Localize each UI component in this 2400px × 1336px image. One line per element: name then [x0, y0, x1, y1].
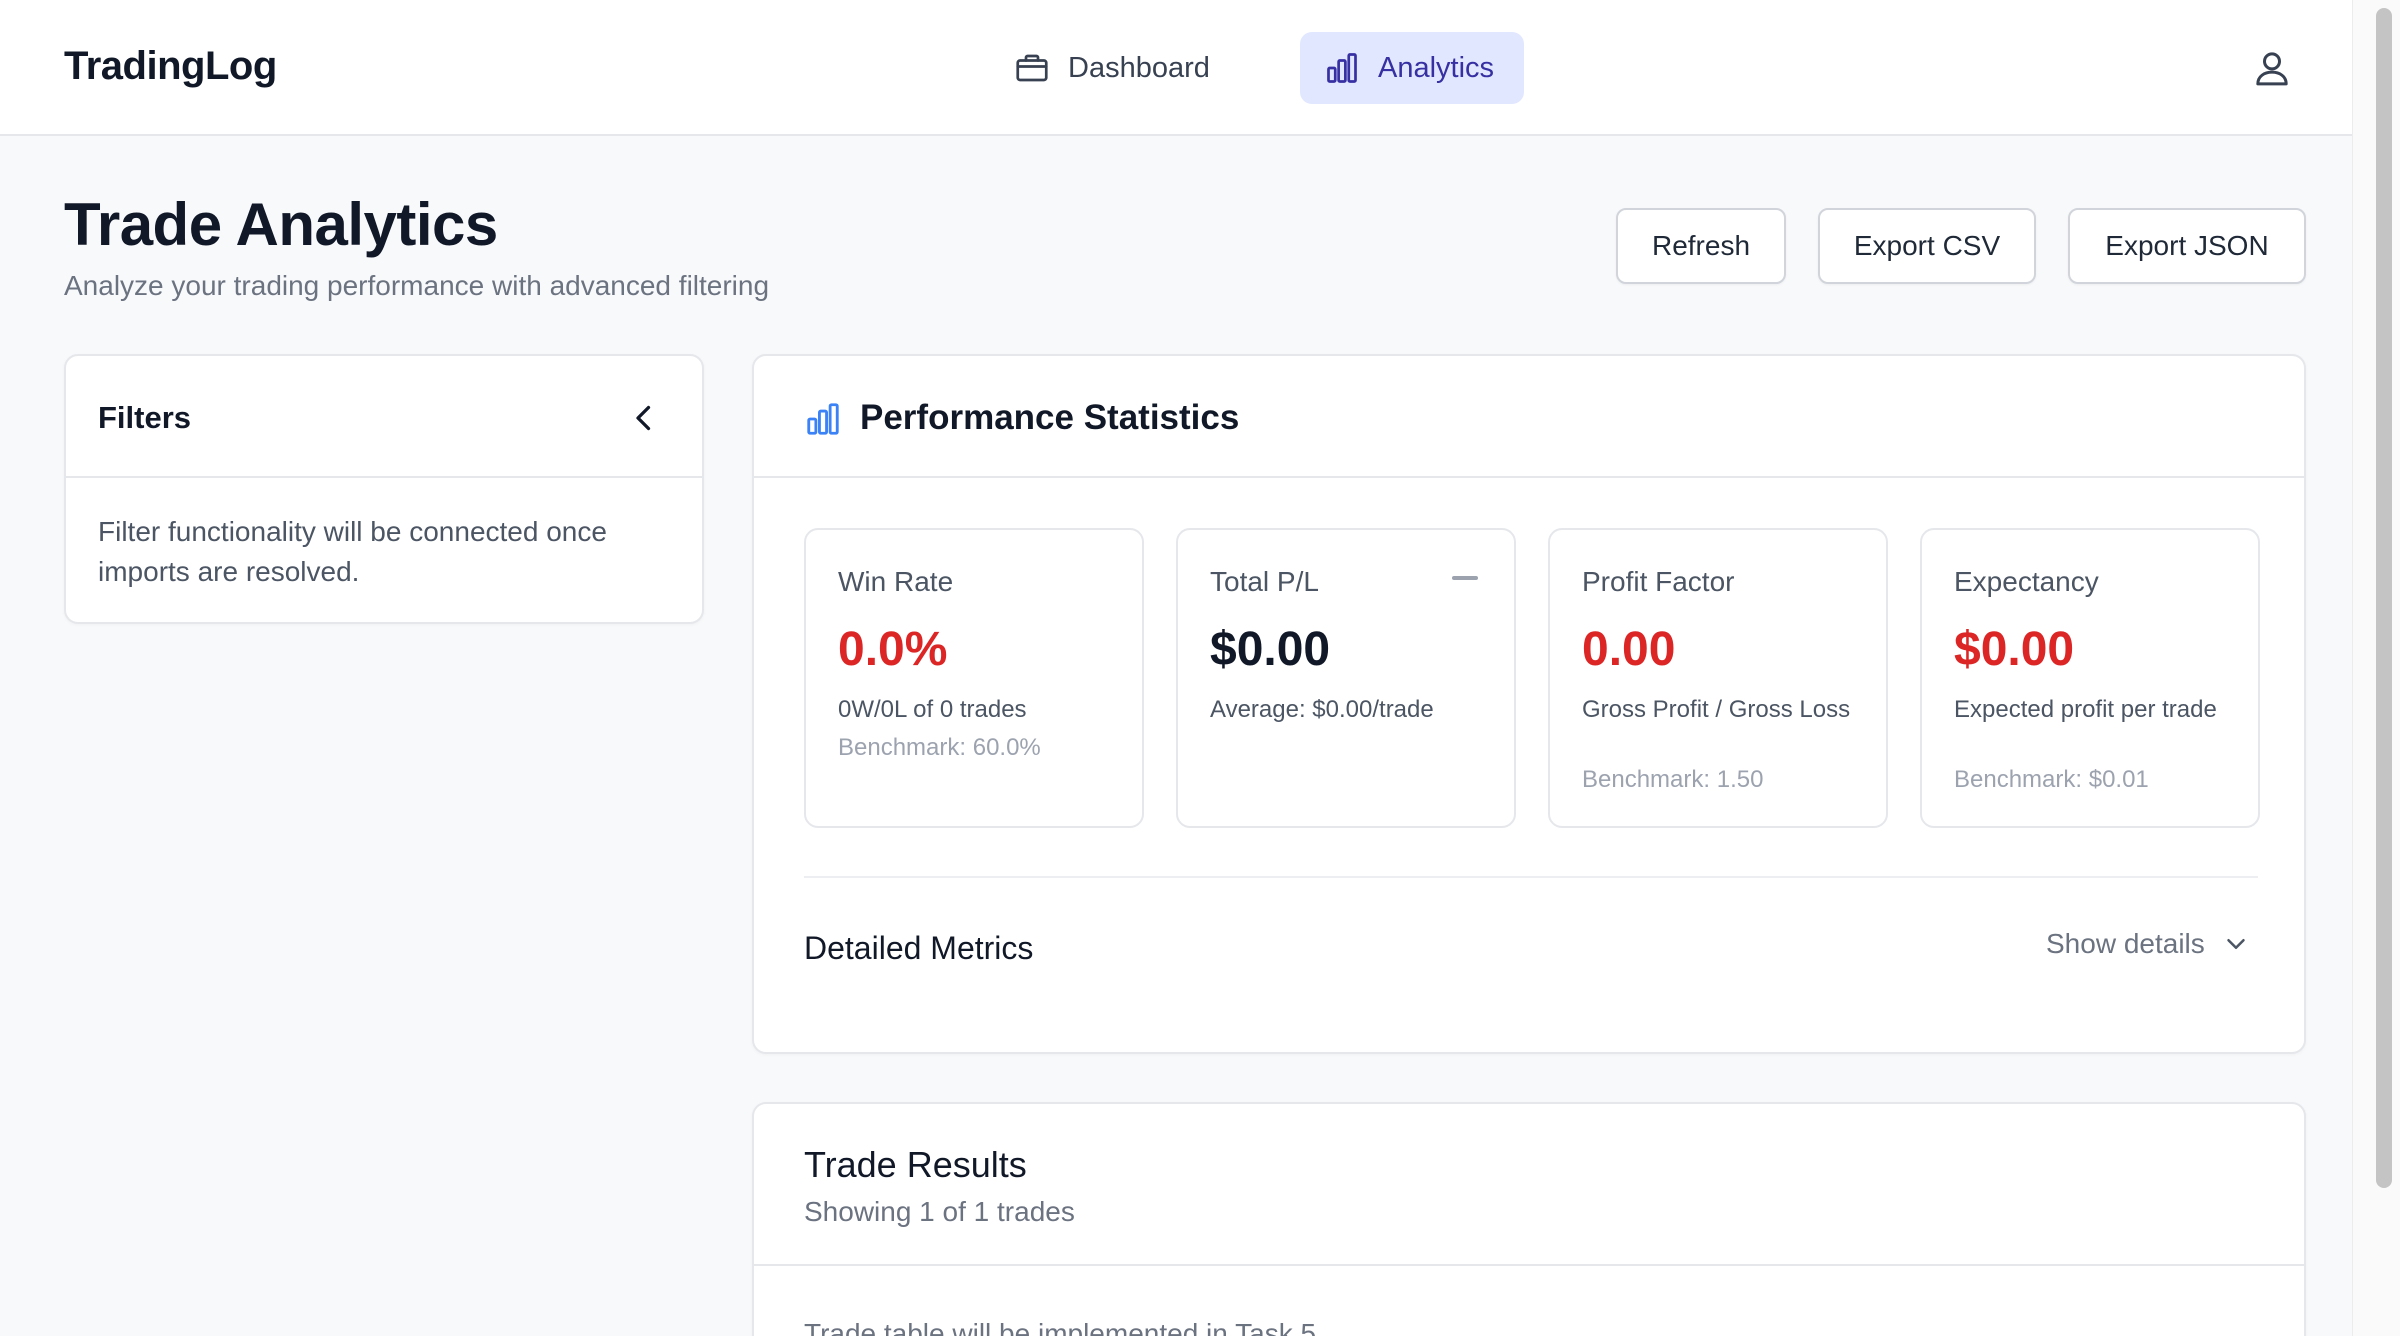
chevron-down-icon	[2227, 939, 2245, 949]
scrollbar-thumb[interactable]	[2376, 8, 2392, 1188]
export-json-button[interactable]: Export JSON	[2068, 208, 2306, 284]
minus-icon	[1452, 576, 1478, 580]
trade-results-title: Trade Results	[804, 1144, 1027, 1185]
filters-header: Filters	[66, 356, 702, 478]
trade-results-panel: Trade Results Showing 1 of 1 trades Trad…	[752, 1102, 2306, 1336]
brand-logo[interactable]: TradingLog	[64, 44, 277, 89]
top-navigation-bar: TradingLog Dashboard Analytics	[0, 0, 2352, 136]
bar-chart-icon	[1327, 53, 1357, 83]
stat-subtext: 0W/0L of 0 trades	[838, 696, 1027, 723]
stat-subtext: Expected profit per trade	[1954, 696, 2217, 723]
trade-results-header: Trade Results Showing 1 of 1 trades	[754, 1104, 2304, 1266]
stat-subtext: Average: $0.00/trade	[1210, 696, 1434, 723]
stat-value: 0.00	[1582, 623, 1676, 676]
page-title: Trade Analytics	[64, 191, 498, 258]
show-details-label: Show details	[2046, 928, 2205, 959]
stat-card-total-pl: Total P/L $0.00 Average: $0.00/trade	[1176, 528, 1516, 828]
briefcase-icon	[1016, 54, 1048, 82]
stat-card-win-rate: Win Rate 0.0% 0W/0L of 0 trades Benchmar…	[804, 528, 1144, 828]
detailed-metrics-title: Detailed Metrics	[804, 930, 1034, 966]
filters-title: Filters	[98, 400, 192, 435]
stat-card-profit-factor: Profit Factor 0.00 Gross Profit / Gross …	[1548, 528, 1888, 828]
stat-label: Total P/L	[1210, 566, 1319, 597]
page-subtitle: Analyze your trading performance with ad…	[64, 270, 770, 301]
trade-results-count: Showing 1 of 1 trades	[804, 1196, 1075, 1227]
nav-label-dashboard: Dashboard	[1068, 51, 1210, 84]
user-icon[interactable]	[2252, 48, 2292, 88]
nav-label-analytics: Analytics	[1378, 51, 1495, 84]
chevron-left-icon[interactable]	[626, 400, 662, 436]
stat-value: 0.0%	[838, 623, 948, 676]
filters-message: Filter functionality will be connected o…	[98, 516, 607, 587]
refresh-button[interactable]: Refresh	[1616, 208, 1786, 284]
trade-results-placeholder: Trade table will be implemented in Task …	[804, 1318, 1317, 1336]
stat-label: Expectancy	[1954, 566, 2099, 597]
nav-item-analytics[interactable]: Analytics	[1300, 32, 1524, 104]
stat-benchmark: Benchmark: 1.50	[1582, 766, 1764, 793]
stat-value: $0.00	[1954, 623, 2075, 676]
stat-benchmark: Benchmark: $0.01	[1954, 766, 2149, 793]
performance-statistics-panel: Performance Statistics Win Rate 0.0% 0W/…	[752, 354, 2306, 1054]
stat-card-expectancy: Expectancy $0.00 Expected profit per tra…	[1920, 528, 2260, 828]
performance-header: Performance Statistics	[754, 356, 2304, 478]
stat-label: Win Rate	[838, 566, 954, 597]
show-details-toggle[interactable]: Show details	[2046, 928, 2251, 960]
performance-title: Performance Statistics	[860, 398, 1240, 437]
section-divider	[804, 876, 2258, 878]
stat-value: $0.00	[1210, 623, 1331, 676]
stat-subtext: Gross Profit / Gross Loss	[1582, 696, 1851, 723]
stat-label: Profit Factor	[1582, 566, 1735, 597]
filters-panel: Filters Filter functionality will be con…	[64, 354, 704, 624]
stat-benchmark: Benchmark: 60.0%	[838, 734, 1041, 761]
bar-chart-icon	[807, 403, 839, 435]
export-csv-button[interactable]: Export CSV	[1818, 208, 2036, 284]
nav-item-dashboard[interactable]: Dashboard	[990, 32, 1240, 104]
